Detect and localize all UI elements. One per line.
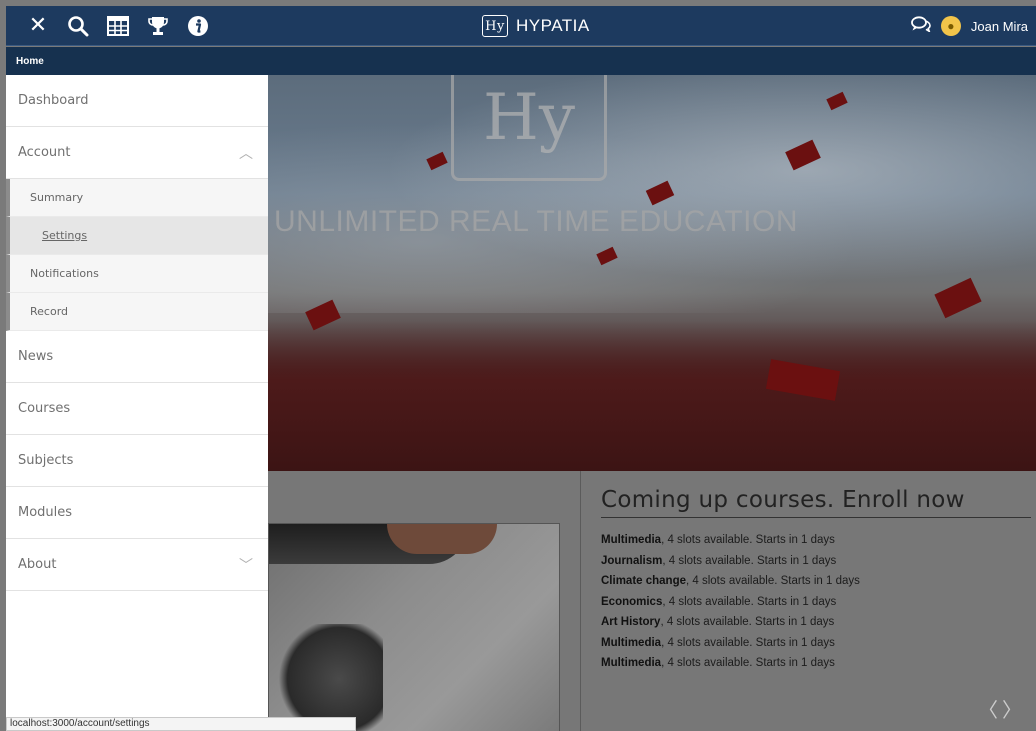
hero-banner: Hy UNLIMITED REAL TIME EDUCATION: [268, 75, 1036, 471]
course-detail: , 4 slots available. Starts in 1 days: [660, 616, 835, 628]
user-area: ● Joan Mira: [911, 6, 1028, 46]
course-name: Climate change: [601, 575, 686, 587]
brand-logo: Hy: [482, 15, 508, 37]
sidebar-item-account[interactable]: Account ︿: [6, 127, 268, 179]
course-name: Journalism: [601, 554, 663, 567]
course-name: Multimedia: [601, 534, 662, 546]
sidebar: Dashboard Account ︿ Summary Settings Not…: [6, 75, 268, 731]
course-list-item[interactable]: Economics, 4 slots available. Starts in …: [601, 592, 1031, 613]
sidebar-subitem-label: Record: [30, 305, 69, 318]
sidebar-subitem-notifications[interactable]: Notifications: [6, 255, 268, 293]
sidebar-item-label: Subjects: [18, 453, 74, 468]
sidebar-item-modules[interactable]: Modules: [6, 487, 268, 539]
hero-tagline: UNLIMITED REAL TIME EDUCATION: [274, 205, 799, 238]
avatar[interactable]: ●: [940, 16, 961, 36]
course-name: Multimedia: [601, 636, 662, 649]
grid-icon[interactable]: [104, 12, 132, 40]
course-detail: , 4 slots available. Starts in 1 days: [662, 595, 837, 608]
sidebar-item-about[interactable]: About ﹀: [6, 539, 268, 591]
sidebar-item-courses[interactable]: Courses: [6, 383, 268, 435]
breadcrumb: Home: [6, 47, 1036, 75]
brand[interactable]: Hy HYPATIA: [482, 6, 590, 46]
course-name: Multimedia: [601, 657, 662, 669]
brand-name: HYPATIA: [516, 16, 590, 35]
course-detail: , 4 slots available. Starts in 1 days: [662, 554, 837, 567]
course-list-item[interactable]: Multimedia, 4 slots available. Starts in…: [601, 653, 1031, 674]
sidebar-item-label: News: [18, 349, 54, 364]
courses-title: Coming up courses. Enroll now: [601, 487, 1031, 518]
lower-content: Coming up courses. Enroll now Multimedia…: [268, 471, 1036, 731]
hero-crowd: [268, 321, 1036, 471]
course-list-item[interactable]: Art History, 4 slots available. Starts i…: [601, 612, 1031, 633]
kitten: [273, 624, 383, 731]
sidebar-subitem-summary[interactable]: Summary: [6, 179, 268, 217]
chevron-left-icon[interactable]: 〈: [978, 698, 1002, 722]
sidebar-item-dashboard[interactable]: Dashboard: [6, 75, 268, 127]
sidebar-subitem-label: Settings: [42, 229, 88, 242]
sidebar-item-news[interactable]: News: [6, 331, 268, 383]
user-name[interactable]: Joan Mira: [971, 19, 1028, 34]
divider: [580, 471, 581, 731]
info-icon[interactable]: [184, 12, 212, 40]
course-name: Economics: [601, 595, 663, 608]
sidebar-item-label: Account: [18, 145, 71, 160]
toolbar-icons: ✕: [12, 12, 212, 40]
sidebar-item-label: Courses: [18, 401, 71, 416]
course-list: Multimedia, 4 slots available. Starts in…: [601, 530, 1031, 674]
browser-status-bar: localhost:3000/account/settings: [6, 717, 356, 731]
sidebar-item-label: Modules: [18, 505, 73, 520]
sidebar-item-label: Dashboard: [18, 93, 89, 108]
course-list-item[interactable]: Climate change, 4 slots available. Start…: [601, 571, 1031, 592]
chevron-right-icon[interactable]: 〉: [1002, 698, 1026, 722]
chevron-up-icon: ︿: [239, 145, 253, 162]
course-name: Art History: [601, 616, 661, 628]
hero-emblem: Hy: [451, 75, 607, 181]
course-list-item[interactable]: Journalism, 4 slots available. Starts in…: [601, 551, 1031, 572]
course-list-item[interactable]: Multimedia, 4 slots available. Starts in…: [601, 633, 1031, 654]
sidebar-subitem-label: Notifications: [30, 267, 99, 280]
sidebar-subitem-label: Summary: [30, 191, 84, 204]
sidebar-item-label: About: [18, 557, 57, 572]
top-navigation-bar: ✕ Hy HYPATIA ● Joan Mira: [6, 6, 1036, 46]
chevron-down-icon: ﹀: [239, 557, 253, 574]
course-detail: , 4 slots available. Starts in 1 days: [661, 534, 835, 546]
close-icon[interactable]: ✕: [24, 12, 52, 40]
course-detail: , 4 slots available. Starts in 1 days: [661, 657, 835, 669]
carousel-pager: 〈〉: [978, 694, 1026, 723]
sidebar-subitem-settings[interactable]: Settings: [6, 217, 268, 255]
trophy-icon[interactable]: [144, 12, 172, 40]
sidebar-item-subjects[interactable]: Subjects: [6, 435, 268, 487]
kitten-photo: [268, 523, 560, 731]
chat-icon[interactable]: [911, 15, 931, 37]
course-list-item[interactable]: Multimedia, 4 slots available. Starts in…: [601, 530, 1031, 551]
course-detail: , 4 slots available. Starts in 1 days: [686, 575, 860, 587]
search-icon[interactable]: [64, 12, 92, 40]
sidebar-subitem-record[interactable]: Record: [6, 293, 268, 331]
photo-object: [387, 524, 497, 554]
course-detail: , 4 slots available. Starts in 1 days: [661, 636, 835, 649]
breadcrumb-home[interactable]: Home: [16, 56, 44, 67]
upcoming-courses: Coming up courses. Enroll now Multimedia…: [601, 487, 1031, 674]
